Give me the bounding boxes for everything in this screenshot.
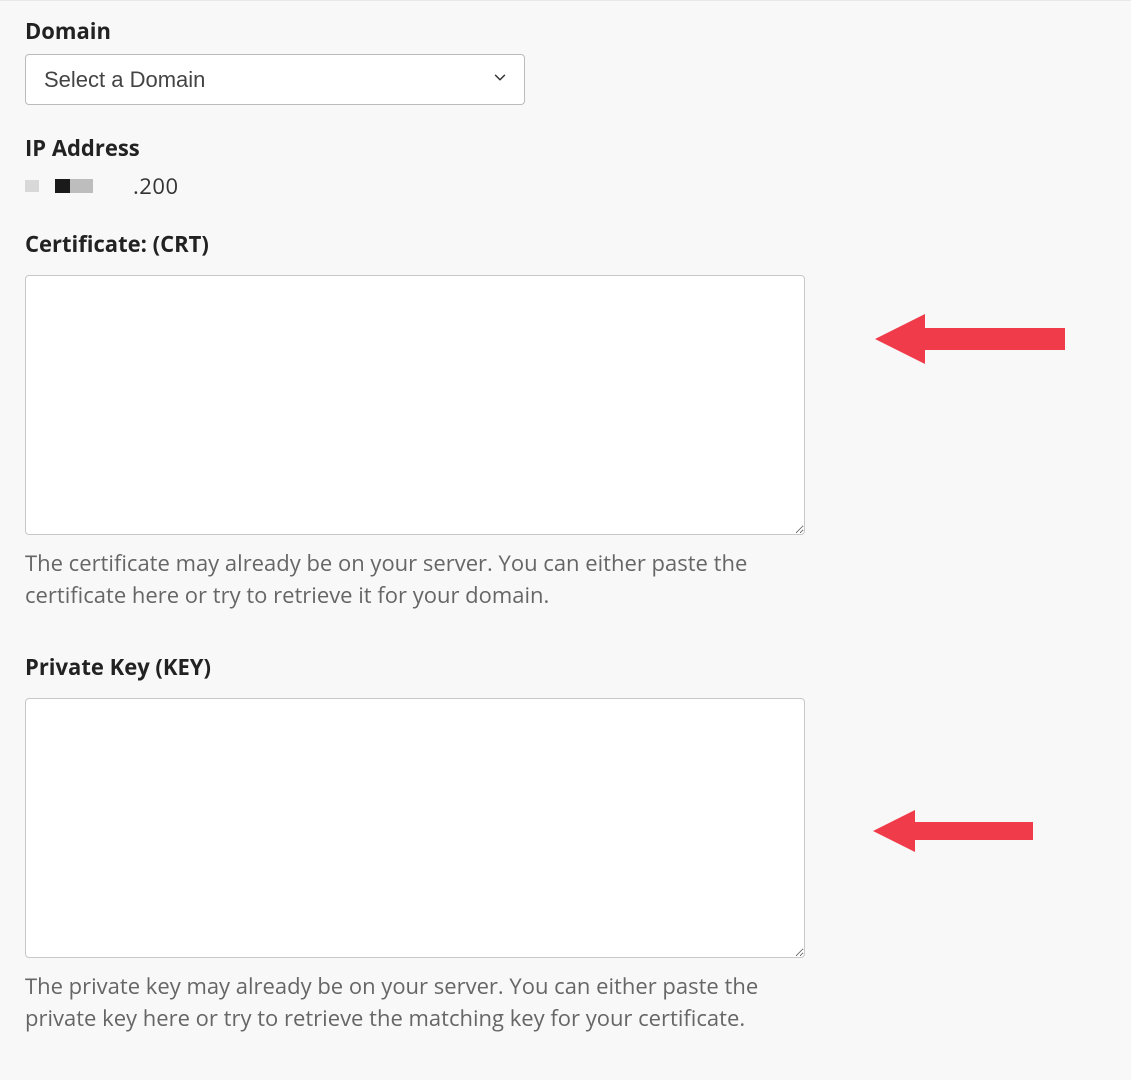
- ip-suffix: .200: [133, 171, 179, 201]
- private-key-textarea[interactable]: [25, 698, 805, 958]
- ip-redacted-segment-1: [25, 180, 39, 192]
- certificate-help-text: The certificate may already be on your s…: [25, 548, 805, 612]
- ip-redacted-segment-2: [55, 179, 93, 193]
- ip-field-group: IP Address .200: [25, 133, 1106, 201]
- certificate-section: Certificate: (CRT) The certificate may a…: [25, 229, 1106, 612]
- arrow-left-icon: [873, 802, 1043, 865]
- private-key-section: Private Key (KEY) The private key may al…: [25, 652, 1106, 1035]
- domain-select-wrapper: Select a Domain: [25, 54, 525, 105]
- domain-select[interactable]: Select a Domain: [25, 54, 525, 105]
- arrow-left-icon: [875, 304, 1075, 379]
- private-key-help-text: The private key may already be on your s…: [25, 971, 805, 1035]
- certificate-label: Certificate: (CRT): [25, 229, 1106, 259]
- domain-field-group: Domain Select a Domain: [25, 16, 1106, 105]
- ip-value: .200: [25, 171, 1106, 201]
- private-key-label: Private Key (KEY): [25, 652, 1106, 682]
- domain-label: Domain: [25, 16, 1106, 46]
- certificate-textarea[interactable]: [25, 275, 805, 535]
- ip-label: IP Address: [25, 133, 1106, 163]
